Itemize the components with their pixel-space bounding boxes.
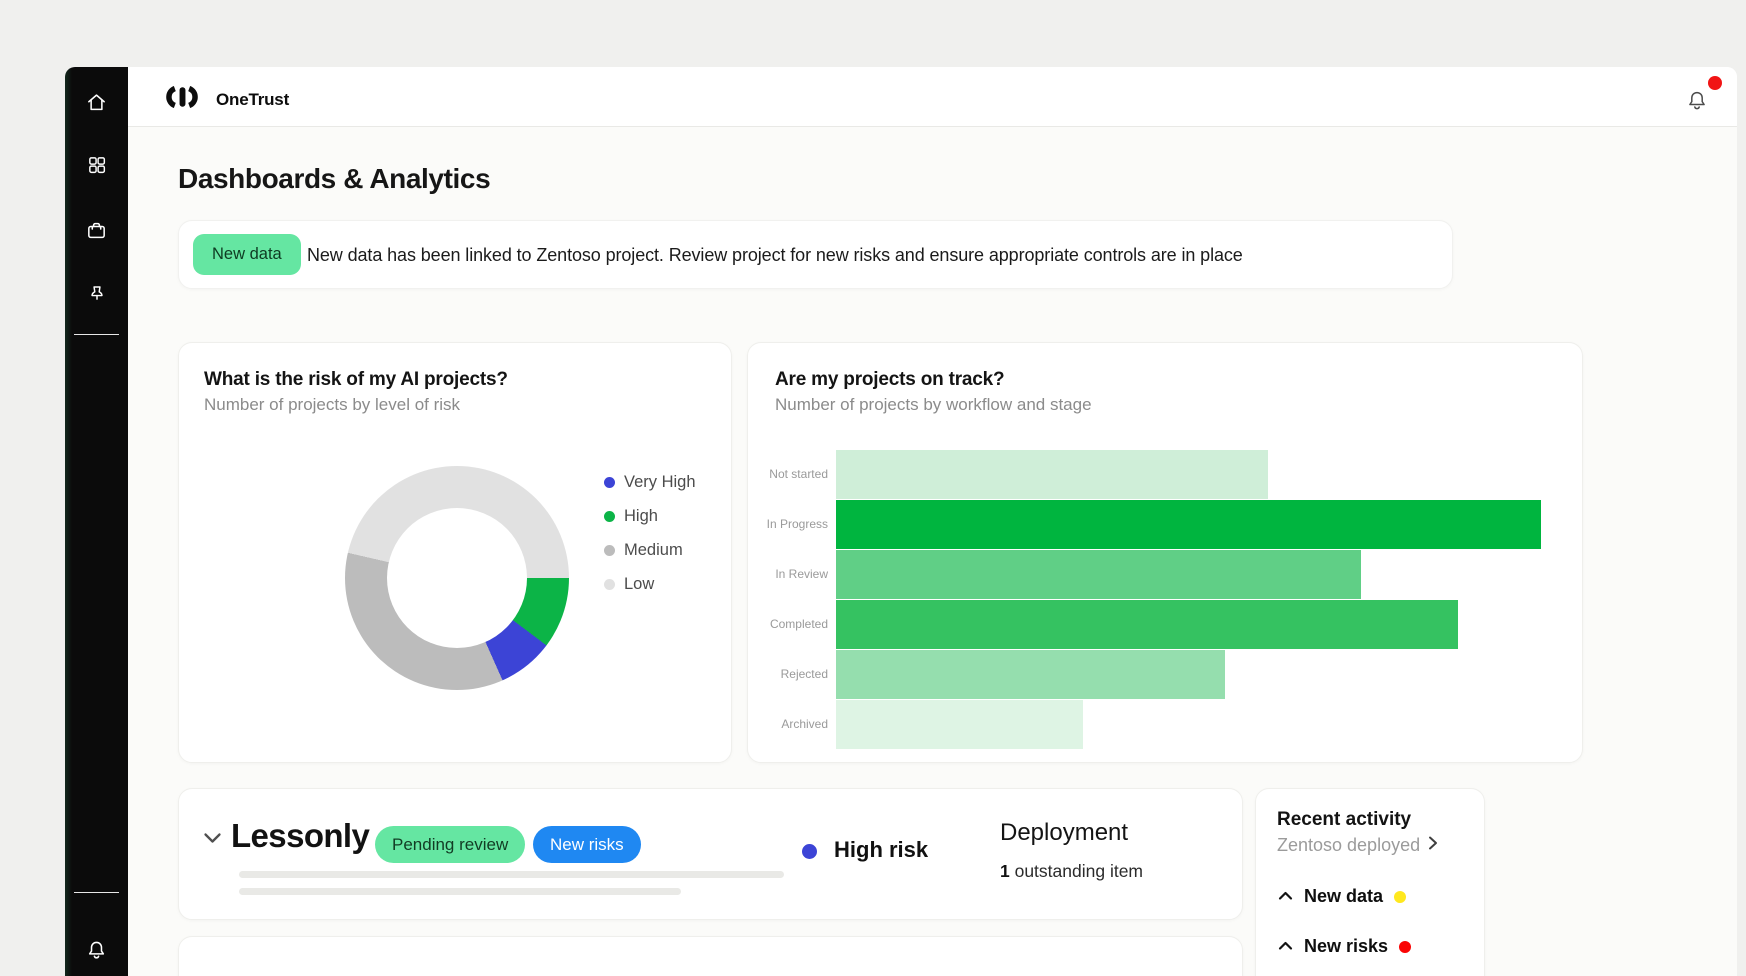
content-area: OneTrust Dashboards & Analytics New data… bbox=[128, 67, 1737, 976]
legend-item: Low bbox=[604, 574, 696, 594]
bar-label: In Progress bbox=[748, 499, 828, 549]
screen: OneTrust Dashboards & Analytics New data… bbox=[0, 0, 1746, 976]
recent-activity-card: Recent activity Zentoso deployed New dat… bbox=[1255, 788, 1485, 976]
legend-item: Very High bbox=[604, 472, 696, 492]
pin-icon bbox=[86, 283, 108, 305]
activity-label: New risks bbox=[1304, 936, 1388, 957]
stage-name: Deployment bbox=[1000, 819, 1128, 847]
bar-label: Archived bbox=[748, 699, 828, 749]
apps-grid-icon bbox=[86, 154, 108, 176]
briefcase-icon bbox=[85, 219, 108, 242]
bar-row: Completed bbox=[748, 599, 1582, 649]
sidebar-divider-top bbox=[74, 334, 119, 335]
legend-dot bbox=[604, 545, 615, 556]
brand-name: OneTrust bbox=[216, 90, 289, 110]
outstanding-text: outstanding item bbox=[1010, 861, 1143, 881]
new-data-banner: New data New data has been linked to Zen… bbox=[178, 220, 1453, 289]
chevron-up-icon bbox=[1278, 938, 1293, 956]
legend-dot bbox=[604, 579, 615, 590]
bar bbox=[836, 500, 1541, 549]
activity-row-new-risks[interactable]: New risks bbox=[1278, 936, 1411, 957]
donut-legend: Very High High Medium Low bbox=[604, 472, 696, 608]
legend-label: Low bbox=[624, 575, 654, 594]
status-badge-pending-review: Pending review bbox=[375, 826, 525, 863]
chart-title: Are my projects on track? bbox=[775, 369, 1004, 391]
chevron-down-icon bbox=[203, 832, 222, 849]
bar-row: Archived bbox=[748, 699, 1582, 749]
page-title: Dashboards & Analytics bbox=[178, 163, 490, 195]
bar-label: Rejected bbox=[748, 649, 828, 699]
project-name: Lessonly bbox=[231, 817, 369, 855]
legend-item: Medium bbox=[604, 540, 696, 560]
bar bbox=[836, 450, 1268, 499]
chevron-up-icon bbox=[1278, 888, 1293, 906]
brand: OneTrust bbox=[159, 86, 289, 113]
next-project-card bbox=[178, 936, 1243, 976]
risk-level-label: High risk bbox=[834, 837, 928, 863]
collapse-toggle[interactable] bbox=[203, 831, 222, 850]
outstanding-items: 1 outstanding item bbox=[1000, 861, 1143, 882]
chevron-right-icon bbox=[1428, 835, 1438, 856]
bar bbox=[836, 550, 1361, 599]
track-chart-card: Are my projects on track? Number of proj… bbox=[747, 342, 1583, 763]
chart-title: What is the risk of my AI projects? bbox=[204, 369, 508, 391]
risk-chart-card: What is the risk of my AI projects? Numb… bbox=[178, 342, 732, 763]
sidebar-item-apps[interactable] bbox=[77, 145, 117, 185]
bar-row: Not started bbox=[748, 449, 1582, 499]
new-data-badge: New data bbox=[193, 234, 301, 275]
home-icon bbox=[85, 91, 108, 114]
project-card-lessonly: Lessonly Pending review New risks High r… bbox=[178, 788, 1243, 920]
zentoso-deployed-link[interactable]: Zentoso deployed bbox=[1277, 835, 1438, 856]
legend-label: Medium bbox=[624, 541, 683, 560]
bar-label: Completed bbox=[748, 599, 828, 649]
risk-level-dot bbox=[802, 844, 817, 859]
sidebar-item-home[interactable] bbox=[77, 82, 117, 122]
bar-row: In Progress bbox=[748, 499, 1582, 549]
chart-subtitle: Number of projects by workflow and stage bbox=[775, 395, 1092, 415]
red-status-dot bbox=[1399, 941, 1411, 953]
bar-label: In Review bbox=[748, 549, 828, 599]
legend-label: Very High bbox=[624, 473, 696, 492]
sidebar-divider-bottom bbox=[74, 892, 119, 893]
activity-label: New data bbox=[1304, 886, 1383, 907]
donut-hole bbox=[387, 508, 527, 648]
bar bbox=[836, 700, 1083, 749]
sidebar-item-projects[interactable] bbox=[77, 210, 117, 250]
legend-dot bbox=[604, 511, 615, 522]
banner-message: New data has been linked to Zentoso proj… bbox=[307, 221, 1243, 290]
donut-ring bbox=[345, 466, 569, 690]
sidebar-item-notifications[interactable] bbox=[77, 930, 117, 970]
app-header: OneTrust bbox=[128, 67, 1737, 127]
skeleton-line bbox=[239, 871, 784, 878]
outstanding-count: 1 bbox=[1000, 861, 1010, 881]
bell-icon bbox=[85, 939, 108, 962]
sidebar-item-pinned[interactable] bbox=[77, 274, 117, 314]
bar-row: In Review bbox=[748, 549, 1582, 599]
activity-row-new-data[interactable]: New data bbox=[1278, 886, 1406, 907]
skeleton-line bbox=[239, 888, 681, 895]
bar bbox=[836, 600, 1458, 649]
legend-item: High bbox=[604, 506, 696, 526]
onetrust-logo-icon bbox=[159, 86, 205, 113]
notification-badge bbox=[1708, 76, 1722, 90]
sidebar bbox=[65, 67, 128, 976]
legend-label: High bbox=[624, 507, 658, 526]
status-badge-new-risks: New risks bbox=[533, 826, 641, 863]
recent-activity-title: Recent activity bbox=[1277, 809, 1411, 831]
yellow-status-dot bbox=[1394, 891, 1406, 903]
bar-label: Not started bbox=[748, 449, 828, 499]
zentoso-deployed-label: Zentoso deployed bbox=[1277, 835, 1420, 856]
bar bbox=[836, 650, 1225, 699]
notifications-button[interactable] bbox=[1683, 83, 1719, 115]
bar-row: Rejected bbox=[748, 649, 1582, 699]
legend-dot bbox=[604, 477, 615, 488]
chart-subtitle: Number of projects by level of risk bbox=[204, 395, 460, 415]
